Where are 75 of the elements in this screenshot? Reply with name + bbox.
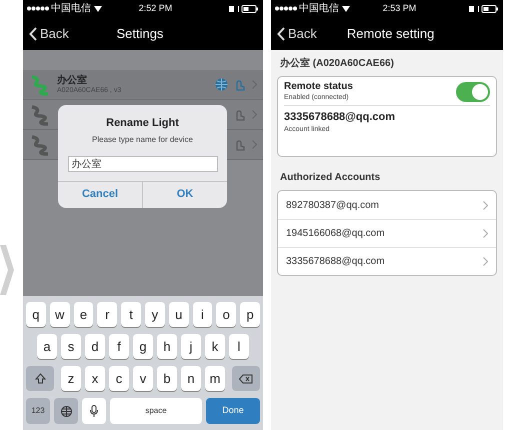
keyboard-key[interactable]: u <box>168 302 189 327</box>
chevron-right-icon <box>252 140 257 149</box>
shift-arrow-icon <box>34 373 46 384</box>
keyboard-key[interactable]: v <box>133 366 153 391</box>
shift-key[interactable] <box>26 366 54 391</box>
keyboard-key[interactable]: y <box>145 302 165 327</box>
backspace-key[interactable] <box>232 366 260 391</box>
keyboard-key[interactable]: z <box>61 366 81 391</box>
keyboard-key[interactable]: w <box>50 302 70 327</box>
keyboard-key[interactable]: e <box>74 302 94 327</box>
back-button[interactable]: Back <box>29 24 69 44</box>
name-input[interactable]: 办公室 <box>68 156 218 172</box>
clock-time: 2:52 PM <box>138 4 174 13</box>
chevron-right-icon <box>483 257 488 266</box>
chevron-right-icon <box>483 229 488 238</box>
keyboard-key[interactable]: s <box>61 334 81 359</box>
globe-icon <box>215 78 228 91</box>
keyboard-key[interactable]: q <box>26 302 46 327</box>
nav-title: Settings <box>116 24 164 43</box>
keyboard-key[interactable]: k <box>205 334 225 359</box>
keyboard-key[interactable]: f <box>109 334 129 359</box>
numbers-key[interactable]: 123 <box>26 398 50 424</box>
keyboard-key[interactable]: i <box>192 302 212 327</box>
chevron-left-icon <box>277 26 285 40</box>
clock-time: 2:53 PM <box>382 4 418 13</box>
device-heading: 办公室 (A020A60CAE66) <box>280 56 395 71</box>
keyboard-key[interactable]: c <box>109 366 129 391</box>
dictation-key[interactable] <box>82 398 106 424</box>
chevron-left-icon <box>29 26 37 40</box>
account-email[interactable]: 3335678688@qq.com <box>286 254 483 269</box>
remote-status-label: Remote status <box>284 81 354 94</box>
globe-icon <box>60 406 72 416</box>
battery-icon <box>229 4 259 12</box>
keyboard-key[interactable]: a <box>37 334 57 359</box>
carrier-name: 中国电信 <box>51 4 91 14</box>
wifi-icon <box>342 6 350 12</box>
keyboard-key[interactable]: h <box>157 334 177 359</box>
dialog-title: Rename Light <box>106 116 179 131</box>
keyboard-key[interactable]: p <box>240 302 260 327</box>
account-email[interactable]: 892780387@qq.com <box>286 198 483 212</box>
back-button[interactable]: Back <box>277 24 317 44</box>
globe-key[interactable] <box>54 398 78 424</box>
signal-icon <box>27 6 49 11</box>
dialog-message: Please type name for device <box>92 134 193 146</box>
keyboard-key[interactable]: l <box>229 334 249 359</box>
device-name: 办公室 <box>57 76 88 86</box>
keyboard-key[interactable]: r <box>97 302 118 327</box>
keyboard-key[interactable]: o <box>216 302 236 327</box>
chevron-right-icon <box>252 110 257 119</box>
space-key[interactable]: space <box>110 398 202 424</box>
dialog-button[interactable]: OK <box>142 182 227 208</box>
signal-icon <box>275 6 297 11</box>
keyboard-key[interactable]: j <box>181 334 201 359</box>
dialog-button[interactable]: Cancel <box>58 182 142 208</box>
done-key[interactable]: Done <box>206 398 260 424</box>
keyboard-key[interactable]: t <box>121 302 141 327</box>
remote-toggle[interactable] <box>456 82 490 102</box>
chevron-right-icon <box>252 80 257 89</box>
backspace-icon <box>239 374 253 384</box>
keyboard-key[interactable]: n <box>181 366 201 391</box>
keyboard-key[interactable]: d <box>85 334 105 359</box>
chevron-shape <box>0 245 14 295</box>
battery-icon <box>469 4 499 12</box>
chevron-right-icon <box>483 200 488 210</box>
carrier-name: 中国电信 <box>299 4 339 14</box>
section-title: Authorized Accounts <box>280 171 382 185</box>
keyboard-key[interactable]: b <box>157 366 177 391</box>
wifi-icon <box>94 6 102 12</box>
keyboard-key[interactable]: g <box>133 334 153 359</box>
microphone-icon <box>90 405 98 417</box>
linked-email: 3335678688@qq.com <box>284 111 396 125</box>
nav-title: Remote setting <box>346 24 434 43</box>
account-email[interactable]: 1945166068@qq.com <box>286 226 483 241</box>
keyboard-key[interactable]: x <box>85 366 105 391</box>
keyboard-key[interactable]: m <box>205 366 225 391</box>
